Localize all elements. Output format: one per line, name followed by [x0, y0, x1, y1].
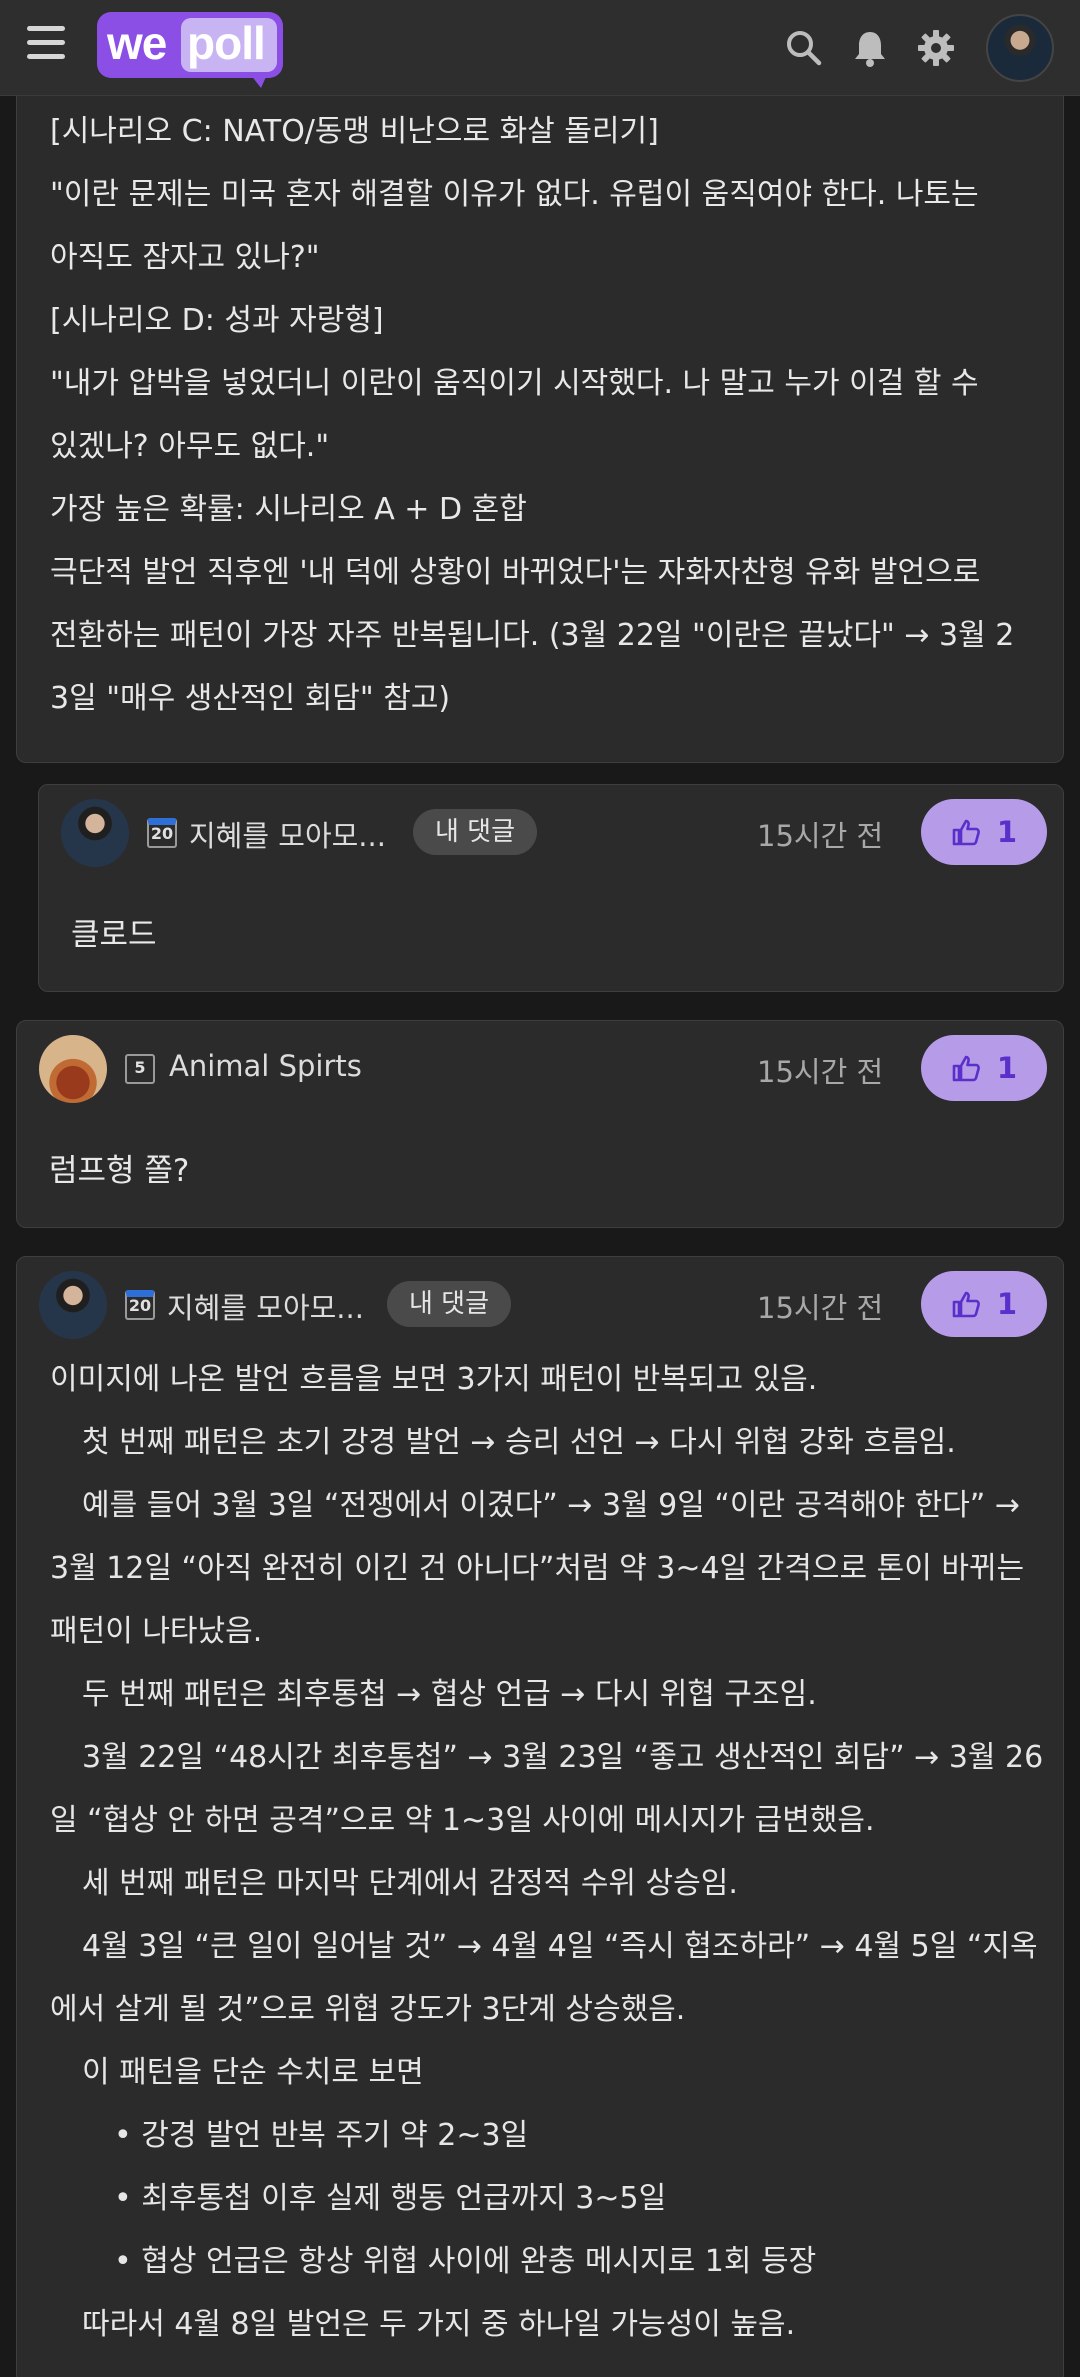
- search-icon[interactable]: [784, 28, 824, 68]
- comment-time: 15시간 전: [757, 819, 884, 853]
- comment-line: 예를 들어 3월 3일 “전쟁에서 이겼다” → 3월 9일 “이란 공격해야 …: [82, 1488, 1021, 1523]
- bell-icon[interactable]: [850, 28, 890, 68]
- post-line: "내가 압박을 넣었더니 이란이 움직이기 시작했다. 나 말고 누가 이걸 할…: [50, 366, 979, 401]
- comment-line: 3월 22일 “48시간 최후통첩” → 3월 23일 “좋고 생산적인 회담”…: [82, 1740, 1044, 1775]
- level-badge-icon: 20: [125, 1290, 155, 1320]
- comment-line: 에서 살게 될 것”으로 위협 강도가 3단계 상승했음.: [50, 1992, 686, 2027]
- post-line: 가장 높은 확률: 시나리오 A + D 혼합: [50, 492, 527, 527]
- post-body-text: [시나리오 C: NATO/동맹 비난으로 화살 돌리기] "이란 문제는 미국…: [50, 100, 1014, 730]
- wepoll-logo[interactable]: we poll: [97, 12, 283, 90]
- comment-line: 4월 3일 “큰 일이 일어날 것” → 4월 4일 “즉시 협조하라” → 4…: [82, 1929, 1038, 1964]
- comment-line: 두 번째 패턴은 최후통첩 → 협상 언급 → 다시 위협 구조임.: [82, 1677, 817, 1712]
- post-line: "이란 문제는 미국 혼자 해결할 이유가 없다. 유럽이 움직여야 한다. 나…: [50, 177, 979, 212]
- commenter-avatar[interactable]: [39, 1271, 107, 1339]
- post-line: 전환하는 패턴이 가장 자주 반복됩니다. (3월 22일 "이란은 끝났다" …: [50, 618, 1015, 653]
- comment-bullet: • 강경 발언 반복 주기 약 2~3일: [114, 2118, 529, 2153]
- comment-body-text: 이미지에 나온 발언 흐름을 보면 3가지 패턴이 반복되고 있음. 첫 번째 …: [50, 1348, 1043, 2356]
- comment-time: 15시간 전: [757, 1291, 884, 1325]
- like-button[interactable]: 1: [921, 1035, 1047, 1101]
- commenter-avatar[interactable]: [61, 799, 129, 867]
- comment-line: 세 번째 패턴은 마지막 단계에서 감정적 수위 상승임.: [82, 1866, 738, 1901]
- comment-text: 클로드: [71, 917, 157, 953]
- like-count: 1: [996, 1287, 1018, 1321]
- comment-bullet: • 협상 언급은 항상 위협 사이에 완충 메시지로 1회 등장: [114, 2244, 817, 2279]
- post-line: 아직도 잠자고 있나?": [50, 240, 320, 275]
- commenter-avatar[interactable]: [39, 1035, 107, 1103]
- like-button[interactable]: 1: [921, 799, 1047, 865]
- reply-comment-card: 20 지혜를 모아모... 내 댓글 15시간 전 1 클로드: [38, 784, 1064, 992]
- my-comment-badge: 내 댓글: [413, 809, 538, 855]
- comment-line: 이미지에 나온 발언 흐름을 보면 3가지 패턴이 반복되고 있음.: [50, 1362, 818, 1397]
- commenter-name[interactable]: 지혜를 모아모...: [167, 1285, 364, 1327]
- commenter-name[interactable]: Animal Spirts: [169, 1049, 362, 1083]
- post-line: [시나리오 C: NATO/동맹 비난으로 화살 돌리기]: [50, 114, 659, 149]
- my-comment-badge: 내 댓글: [387, 1281, 512, 1327]
- comment-time: 15시간 전: [757, 1055, 884, 1089]
- level-badge-icon: 20: [147, 818, 177, 848]
- logo-we-text: we: [107, 17, 167, 69]
- post-line: 극단적 발언 직후엔 '내 덕에 상황이 바뀌었다'는 자화자찬형 유화 발언으…: [50, 555, 981, 590]
- comment-line: 3월 12일 “아직 완전히 이긴 건 아니다”처럼 약 3~4일 간격으로 톤…: [50, 1551, 1025, 1586]
- logo-poll-text: poll: [187, 17, 266, 69]
- post-line: 있겠나? 아무도 없다.": [50, 429, 330, 464]
- thumbs-up-icon: [952, 1055, 980, 1082]
- like-count: 1: [996, 815, 1018, 849]
- gear-icon[interactable]: [916, 28, 956, 68]
- level-badge-icon: 5: [125, 1054, 155, 1084]
- comment-text: 럼프형 쫄?: [49, 1153, 190, 1189]
- thumbs-up-icon: [952, 1291, 980, 1318]
- post-line: 3일 "매우 생산적인 회담" 참고): [50, 681, 451, 716]
- top-app-bar: we poll: [0, 0, 1080, 96]
- menu-icon[interactable]: [27, 26, 65, 62]
- comment-line: 일 “협상 안 하면 공격”으로 약 1~3일 사이에 메시지가 급변했음.: [50, 1803, 875, 1838]
- thumbs-up-icon: [952, 819, 980, 846]
- comment-line: 이 패턴을 단순 수치로 보면: [82, 2055, 424, 2090]
- comment-line: 패턴이 나타났음.: [50, 1614, 263, 1649]
- commenter-name[interactable]: 지혜를 모아모...: [189, 813, 386, 855]
- like-button[interactable]: 1: [921, 1271, 1047, 1337]
- post-line: [시나리오 D: 성과 자랑형]: [50, 303, 384, 338]
- comment-line: 첫 번째 패턴은 초기 강경 발언 → 승리 선언 → 다시 위협 강화 흐름임…: [82, 1425, 956, 1460]
- profile-avatar[interactable]: [986, 14, 1054, 82]
- comment-line: 따라서 4월 8일 발언은 두 가지 중 하나일 가능성이 높음.: [82, 2307, 796, 2342]
- comment-bullet: • 최후통첩 이후 실제 행동 언급까지 3~5일: [114, 2181, 667, 2216]
- like-count: 1: [996, 1051, 1018, 1085]
- comment-card: 5 Animal Spirts 15시간 전 1 럼프형 쫄?: [16, 1020, 1064, 1228]
